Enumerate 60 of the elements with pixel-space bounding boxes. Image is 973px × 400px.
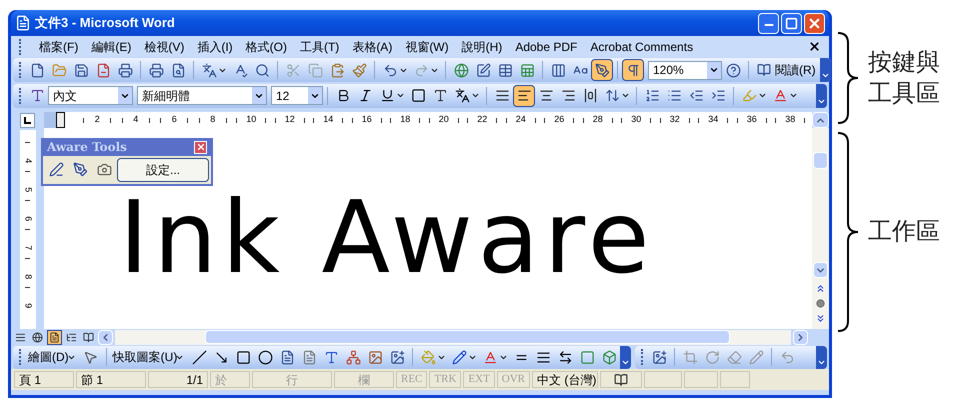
ruler-number: 32: [670, 113, 680, 126]
draw-menu[interactable]: 繪圖(D): [26, 347, 80, 367]
ruler-number: 36: [746, 113, 757, 126]
ruler-number: 26: [554, 113, 564, 126]
ruler-number: 16: [362, 113, 372, 126]
column-indicator: 欄: [334, 371, 394, 388]
mode-indicator: EXT: [463, 371, 495, 388]
section-indicator: 節 1: [76, 371, 146, 388]
window-title: 文件3 - Microsoft Word: [35, 14, 175, 32]
ruler-number: 34: [708, 113, 718, 126]
ink-handwriting: Ink Aware: [119, 188, 656, 288]
palette-title: Aware Tools: [47, 139, 127, 156]
annotation-label: 工作區: [868, 217, 940, 247]
menu-item[interactable]: 說明(H): [462, 38, 502, 56]
read-button[interactable]: 閱讀(R): [753, 59, 820, 81]
line-indicator: 行: [252, 371, 332, 388]
menu-item[interactable]: Adobe PDF: [515, 38, 578, 56]
ruler-number: 28: [592, 113, 603, 126]
menu-item[interactable]: 檢視(V): [144, 38, 184, 56]
font-size-dropdown[interactable]: 12: [271, 86, 323, 105]
page-indicator: 頁 1: [14, 371, 74, 388]
menu-item[interactable]: 工具(T): [300, 38, 340, 56]
zoom-dropdown[interactable]: 120%: [648, 60, 722, 80]
ruler-number: 18: [400, 113, 410, 126]
menu-item[interactable]: 視窗(W): [405, 38, 449, 56]
settings-button[interactable]: 設定...: [117, 158, 209, 182]
ruler-number: 12: [284, 113, 295, 126]
ruler-number: 4: [22, 158, 34, 163]
mode-indicator: TRK: [429, 371, 462, 388]
menu-item[interactable]: 編輯(E): [91, 38, 132, 56]
ruler-number: 2: [94, 113, 100, 126]
ruler-number: 6: [172, 113, 177, 126]
ruler-number: 7: [22, 244, 34, 250]
ruler-number: 6: [22, 216, 34, 221]
mode-indicator: REC: [396, 371, 428, 388]
menu-item[interactable]: 插入(I): [197, 38, 233, 56]
ruler-number: 22: [477, 113, 488, 126]
annotation-label: 按鍵與工具區: [868, 48, 940, 109]
style-dropdown[interactable]: 內文: [48, 86, 133, 105]
ruler-number: 38: [785, 113, 796, 126]
ruler-number: 10: [246, 113, 256, 126]
menu-item[interactable]: 表格(A): [352, 38, 392, 56]
mode-indicator: OVR: [496, 371, 530, 388]
ruler-number: 24: [516, 113, 526, 126]
ruler-number: 30: [631, 113, 642, 126]
ruler-number: 9: [22, 302, 34, 308]
menu-item[interactable]: Acrobat Comments: [590, 38, 694, 56]
position-at: 於: [210, 371, 250, 388]
ruler-number: 8: [210, 113, 216, 126]
menu-item[interactable]: 檔案(F): [39, 38, 78, 56]
ruler-number: 14: [323, 113, 334, 126]
autoshapes-menu[interactable]: 快取圖案(U): [110, 347, 188, 367]
ruler-number: 20: [438, 113, 449, 126]
ruler-number: 8: [22, 274, 34, 279]
page-count: 1/1: [148, 371, 208, 388]
menu-item[interactable]: 格式(O): [246, 38, 287, 56]
ruler-number: 5: [22, 186, 34, 192]
language-indicator: 中文 (台灣): [532, 371, 598, 388]
font-dropdown[interactable]: 新細明體: [137, 86, 267, 105]
ruler-number: 4: [133, 113, 138, 126]
